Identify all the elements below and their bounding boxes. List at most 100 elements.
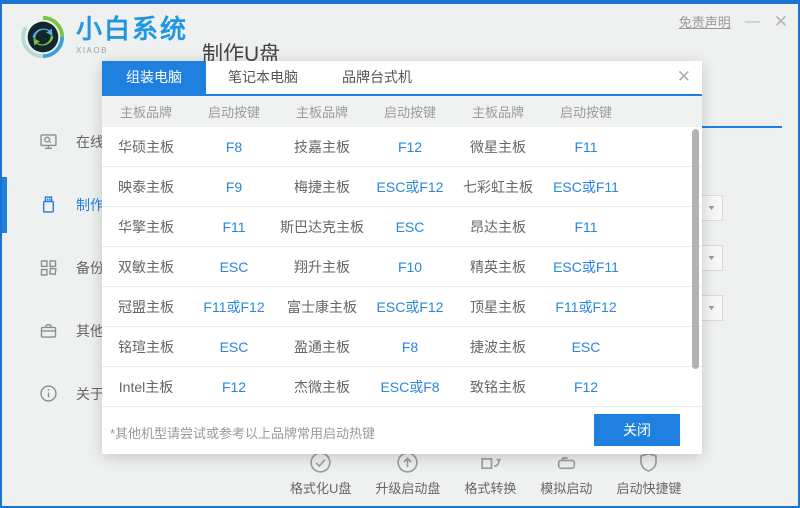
boot-key-cell: F8 (366, 339, 454, 355)
sidebar-item-label: 在线 (76, 132, 104, 152)
boot-key-cell: F11或F12 (190, 297, 278, 317)
brand-cell: 七彩虹主板 (454, 177, 542, 197)
brand-cell: 微星主板 (454, 137, 542, 157)
boot-key-cell: F8 (190, 139, 278, 155)
brand-cell: 精英主板 (454, 257, 542, 277)
brand-cell: 捷波主板 (454, 337, 542, 357)
sidebar-item-label: 备份 (76, 258, 104, 278)
table-row: Intel主板F12杰微主板ESC或F8致铭主板F12 (102, 367, 702, 407)
chevron-down-icon: ▼ (707, 205, 717, 212)
sidebar: 在线制作备份其他关于 (2, 110, 102, 425)
brand-cell: 梅捷主板 (278, 177, 366, 197)
grid-icon (38, 257, 59, 278)
brand-cell: 盈通主板 (278, 337, 366, 357)
brand-cell: 冠盟主板 (102, 297, 190, 317)
dialog-footer: *其他机型请尝试或参考以上品牌常用启动热键 关闭 (102, 407, 702, 454)
boot-key-cell: F10 (366, 259, 454, 275)
background-dropdown-2[interactable]: ▼ (700, 295, 723, 321)
sidebar-item-3[interactable]: 其他 (2, 299, 102, 362)
boot-key-cell: F11 (542, 219, 630, 235)
boot-key-cell: F11 (542, 139, 630, 155)
boot-key-cell: F11 (190, 219, 278, 235)
footnote: *其他机型请尝试或参考以上品牌常用启动热键 (110, 423, 375, 442)
table-row: 双敏主板ESC翔升主板F10精英主板ESC或F11 (102, 247, 702, 287)
column-header: 主板品牌 (454, 102, 542, 121)
background-tab-underline (702, 126, 782, 128)
toolbar-item-4[interactable]: 启动快捷键 (616, 450, 681, 497)
brand-cell: 翔升主板 (278, 257, 366, 277)
brand-cell: 昂达主板 (454, 217, 542, 237)
brand-cell: Intel主板 (102, 377, 190, 397)
info-icon (38, 383, 59, 404)
briefcase-icon (38, 320, 59, 341)
brand-cell: 华硕主板 (102, 137, 190, 157)
boot-key-cell: ESC (366, 219, 454, 235)
dialog-tabs: 组装电脑笔记本电脑品牌台式机 ✕ (102, 61, 702, 96)
brand-cell: 富士康主板 (278, 297, 366, 317)
minimize-icon[interactable]: — (745, 14, 760, 30)
brand-cell: 双敏主板 (102, 257, 190, 277)
brand-cell: 杰微主板 (278, 377, 366, 397)
disclaimer-link[interactable]: 免责声明 (679, 12, 731, 31)
boot-key-cell: ESC或F11 (542, 177, 630, 197)
background-dropdown-0[interactable]: ▼ (700, 195, 723, 221)
toolbar-item-label: 格式化U盘 (290, 478, 351, 497)
dialog-tab-2[interactable]: 品牌台式机 (320, 61, 434, 94)
sidebar-item-2[interactable]: 备份 (2, 236, 102, 299)
toolbar-item-0[interactable]: 格式化U盘 (290, 450, 351, 497)
toolbar-item-label: 升级启动盘 (375, 478, 440, 497)
boot-hotkey-dialog: 组装电脑笔记本电脑品牌台式机✕ 主板品牌启动按键主板品牌启动按键主板品牌启动按键… (102, 61, 702, 454)
boot-key-cell: F12 (190, 379, 278, 395)
boot-key-cell: ESC (190, 339, 278, 355)
toolbar-item-label: 格式转换 (464, 478, 516, 497)
app-subtitle: XIAOB (76, 46, 188, 55)
dialog-tab-1[interactable]: 笔记本电脑 (206, 61, 320, 94)
brand-cell: 顶星主板 (454, 297, 542, 317)
sidebar-item-0[interactable]: 在线 (2, 110, 102, 173)
boot-key-cell: F12 (542, 379, 630, 395)
brand-cell: 华擎主板 (102, 217, 190, 237)
monitor-icon (38, 131, 59, 152)
chevron-down-icon: ▼ (707, 255, 717, 262)
dialog-close-button[interactable]: 关闭 (594, 414, 680, 446)
chevron-down-icon: ▼ (707, 305, 717, 312)
sidebar-item-label: 其他 (76, 321, 104, 341)
toolbar-item-1[interactable]: 升级启动盘 (375, 450, 440, 497)
dialog-close-icon[interactable]: ✕ (677, 68, 691, 86)
app-window: 小白系统 XIAOB 免责声明 — ✕ 制作U盘 在线制作备份其他关于 ▼▼▼ … (0, 0, 800, 508)
app-logo: 小白系统 XIAOB (20, 14, 188, 60)
logo-icon (20, 14, 66, 60)
toolbar-item-2[interactable]: 格式转换 (464, 450, 516, 497)
boot-key-cell: ESC或F12 (366, 297, 454, 317)
dialog-scrollbar[interactable] (692, 129, 699, 369)
toolbar-item-label: 启动快捷键 (616, 478, 681, 497)
brand-cell: 映泰主板 (102, 177, 190, 197)
toolbar-item-3[interactable]: 模拟启动 (540, 450, 592, 497)
table-row: 铭瑄主板ESC盈通主板F8捷波主板ESC (102, 327, 702, 367)
sidebar-item-1[interactable]: 制作 (2, 173, 102, 236)
boot-key-cell: F12 (366, 139, 454, 155)
boot-key-cell: ESC (190, 259, 278, 275)
table-row: 华擎主板F11斯巴达克主板ESC昂达主板F11 (102, 207, 702, 247)
table-header-row: 主板品牌启动按键主板品牌启动按键主板品牌启动按键 (102, 96, 702, 127)
boot-key-cell: ESC或F8 (366, 377, 454, 397)
usb-icon (38, 194, 59, 215)
table-row: 冠盟主板F11或F12富士康主板ESC或F12顶星主板F11或F12 (102, 287, 702, 327)
sidebar-item-label: 关于 (76, 384, 104, 404)
app-title: 小白系统 (76, 14, 188, 44)
boot-key-cell: F11或F12 (542, 297, 630, 317)
brand-cell: 致铭主板 (454, 377, 542, 397)
background-dropdown-1[interactable]: ▼ (700, 245, 723, 271)
sidebar-item-4[interactable]: 关于 (2, 362, 102, 425)
window-close-icon[interactable]: ✕ (774, 14, 788, 30)
table-row: 映泰主板F9梅捷主板ESC或F12七彩虹主板ESC或F11 (102, 167, 702, 207)
boot-key-cell: ESC (542, 339, 630, 355)
table-row: 华硕主板F8技嘉主板F12微星主板F11 (102, 127, 702, 167)
table-body: 华硕主板F8技嘉主板F12微星主板F11映泰主板F9梅捷主板ESC或F12七彩虹… (102, 127, 702, 407)
column-header: 启动按键 (366, 102, 454, 121)
boot-key-cell: F9 (190, 179, 278, 195)
dialog-tab-0[interactable]: 组装电脑 (102, 61, 206, 94)
column-header: 主板品牌 (278, 102, 366, 121)
column-header: 主板品牌 (102, 102, 190, 121)
boot-key-cell: ESC或F12 (366, 177, 454, 197)
